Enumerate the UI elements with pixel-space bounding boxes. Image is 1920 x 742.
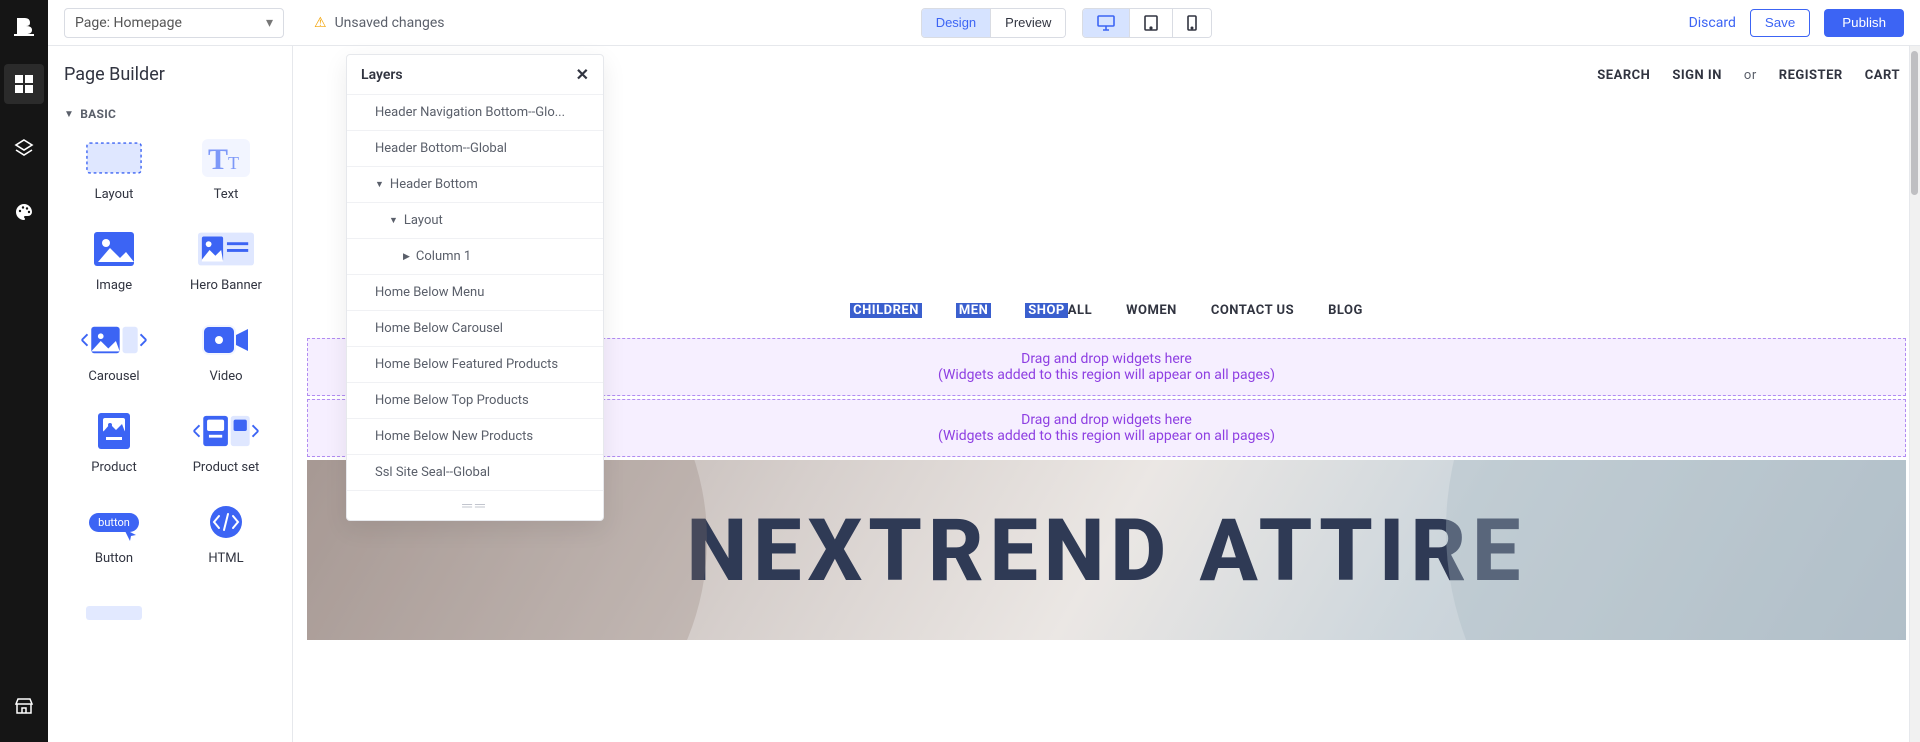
- discard-button[interactable]: Discard: [1689, 15, 1736, 31]
- widget-product-set[interactable]: Product set: [176, 412, 276, 475]
- page-select-dropdown[interactable]: Page: Homepage ▾: [64, 8, 284, 38]
- product-set-icon: [190, 412, 262, 450]
- widget-label: Product set: [193, 460, 260, 475]
- tablet-icon: [1144, 15, 1158, 31]
- image-icon: [86, 230, 142, 268]
- theme-tab-icon[interactable]: [4, 192, 44, 232]
- widget-label: Hero Banner: [190, 278, 262, 293]
- nav-blog[interactable]: BLOG: [1328, 303, 1363, 318]
- widget-html[interactable]: HTML: [176, 503, 276, 566]
- viewport-toggle: [1082, 8, 1212, 38]
- widgets-section-basic[interactable]: ▼ BASIC: [48, 85, 292, 129]
- mode-toggle: Design Preview: [921, 8, 1067, 38]
- button-icon: button: [86, 503, 142, 541]
- widget-label: Image: [96, 278, 132, 293]
- layer-item[interactable]: Layout: [347, 202, 603, 238]
- layers-panel: Layers ✕ Header Navigation Bottom--Glo..…: [346, 54, 604, 521]
- scrollbar-track[interactable]: [1909, 46, 1920, 742]
- viewport-mobile-button[interactable]: [1172, 9, 1211, 37]
- widget-label: Carousel: [88, 369, 139, 384]
- widget-extra[interactable]: [64, 594, 164, 632]
- widgets-sidebar: Page Builder ▼ BASIC Layout TT: [48, 46, 293, 742]
- layer-item[interactable]: Header Navigation Bottom--Glo...: [347, 94, 603, 130]
- widget-hero[interactable]: Hero Banner: [176, 230, 276, 293]
- layers-title: Layers: [361, 67, 403, 83]
- storefront-icon[interactable]: [4, 686, 44, 726]
- mobile-icon: [1187, 15, 1197, 31]
- nav-shop: SHOP: [1025, 303, 1068, 318]
- product-icon: [86, 412, 142, 450]
- chevron-down-icon: ▾: [266, 15, 273, 31]
- layers-tab-icon[interactable]: [4, 128, 44, 168]
- widget-label: Product: [91, 460, 136, 475]
- unsaved-indicator: ⚠ Unsaved changes: [314, 15, 445, 31]
- design-mode-button[interactable]: Design: [922, 9, 990, 37]
- util-search[interactable]: SEARCH: [1597, 68, 1650, 83]
- left-rail: [0, 0, 48, 742]
- carousel-icon: [78, 321, 150, 359]
- html-icon: [198, 503, 254, 541]
- nav-all: ALL: [1068, 303, 1092, 318]
- nav-children[interactable]: CHILDREN: [850, 303, 922, 318]
- widget-label: Button: [95, 551, 133, 566]
- video-icon: [198, 321, 254, 359]
- widget-button[interactable]: button Button: [64, 503, 164, 566]
- util-cart[interactable]: CART: [1865, 68, 1900, 83]
- extra-icon: [86, 594, 142, 632]
- text-icon: TT: [198, 139, 254, 177]
- layers-list: Header Navigation Bottom--Glo...Header B…: [347, 94, 603, 490]
- widget-carousel[interactable]: Carousel: [64, 321, 164, 384]
- layer-item[interactable]: Ssl Site Seal--Global: [347, 454, 603, 490]
- widgets-tab-icon[interactable]: [4, 64, 44, 104]
- widget-label: HTML: [208, 551, 243, 566]
- util-register[interactable]: REGISTER: [1779, 68, 1843, 83]
- collapse-triangle-icon: ▼: [64, 109, 74, 120]
- widget-label: Layout: [95, 187, 134, 202]
- sidebar-title: Page Builder: [48, 64, 292, 85]
- scrollbar-thumb[interactable]: [1911, 51, 1918, 195]
- nav-shop-all[interactable]: SHOPALL: [1025, 303, 1092, 318]
- nav-contact[interactable]: CONTACT US: [1211, 303, 1294, 318]
- widget-layout[interactable]: Layout: [64, 139, 164, 202]
- layer-item[interactable]: Header Bottom--Global: [347, 130, 603, 166]
- layer-item[interactable]: Home Below Menu: [347, 274, 603, 310]
- unsaved-label: Unsaved changes: [335, 15, 445, 31]
- util-or: or: [1744, 68, 1757, 83]
- layer-item[interactable]: Header Bottom: [347, 166, 603, 202]
- widget-image[interactable]: Image: [64, 230, 164, 293]
- layer-item[interactable]: Home Below New Products: [347, 418, 603, 454]
- layout-icon: [86, 139, 142, 177]
- layer-item[interactable]: Home Below Featured Products: [347, 346, 603, 382]
- page-select-label: Page: Homepage: [75, 15, 182, 31]
- section-label-text: BASIC: [80, 107, 116, 121]
- widget-video[interactable]: Video: [176, 321, 276, 384]
- layer-item[interactable]: Column 1: [347, 238, 603, 274]
- widget-label: Video: [209, 369, 242, 384]
- close-icon[interactable]: ✕: [576, 65, 589, 84]
- viewport-tablet-button[interactable]: [1129, 9, 1172, 37]
- desktop-icon: [1097, 15, 1115, 31]
- layer-item[interactable]: Home Below Top Products: [347, 382, 603, 418]
- widget-label: Text: [214, 187, 239, 202]
- brand-logo[interactable]: [10, 12, 38, 40]
- nav-men[interactable]: MEN: [956, 303, 991, 318]
- body-row: Page Builder ▼ BASIC Layout TT: [48, 46, 1920, 742]
- main-area: Page: Homepage ▾ ⚠ Unsaved changes Desig…: [48, 0, 1920, 742]
- viewport-desktop-button[interactable]: [1083, 9, 1129, 37]
- panel-drag-handle[interactable]: ══: [347, 490, 603, 520]
- save-button[interactable]: Save: [1750, 9, 1810, 37]
- widgets-grid: Layout TT Text Image: [48, 129, 292, 652]
- widget-product[interactable]: Product: [64, 412, 164, 475]
- publish-button[interactable]: Publish: [1824, 9, 1904, 37]
- nav-women[interactable]: WOMEN: [1126, 303, 1177, 318]
- layer-item[interactable]: Home Below Carousel: [347, 310, 603, 346]
- widget-text[interactable]: TT Text: [176, 139, 276, 202]
- app-root: Page: Homepage ▾ ⚠ Unsaved changes Desig…: [0, 0, 1920, 742]
- preview-mode-button[interactable]: Preview: [990, 9, 1065, 37]
- hero-icon: [198, 230, 254, 268]
- topbar: Page: Homepage ▾ ⚠ Unsaved changes Desig…: [48, 0, 1920, 46]
- util-signin[interactable]: SIGN IN: [1672, 68, 1722, 83]
- warning-icon: ⚠: [314, 15, 327, 31]
- hero-title: NEXTREND ATTIRE: [687, 500, 1527, 601]
